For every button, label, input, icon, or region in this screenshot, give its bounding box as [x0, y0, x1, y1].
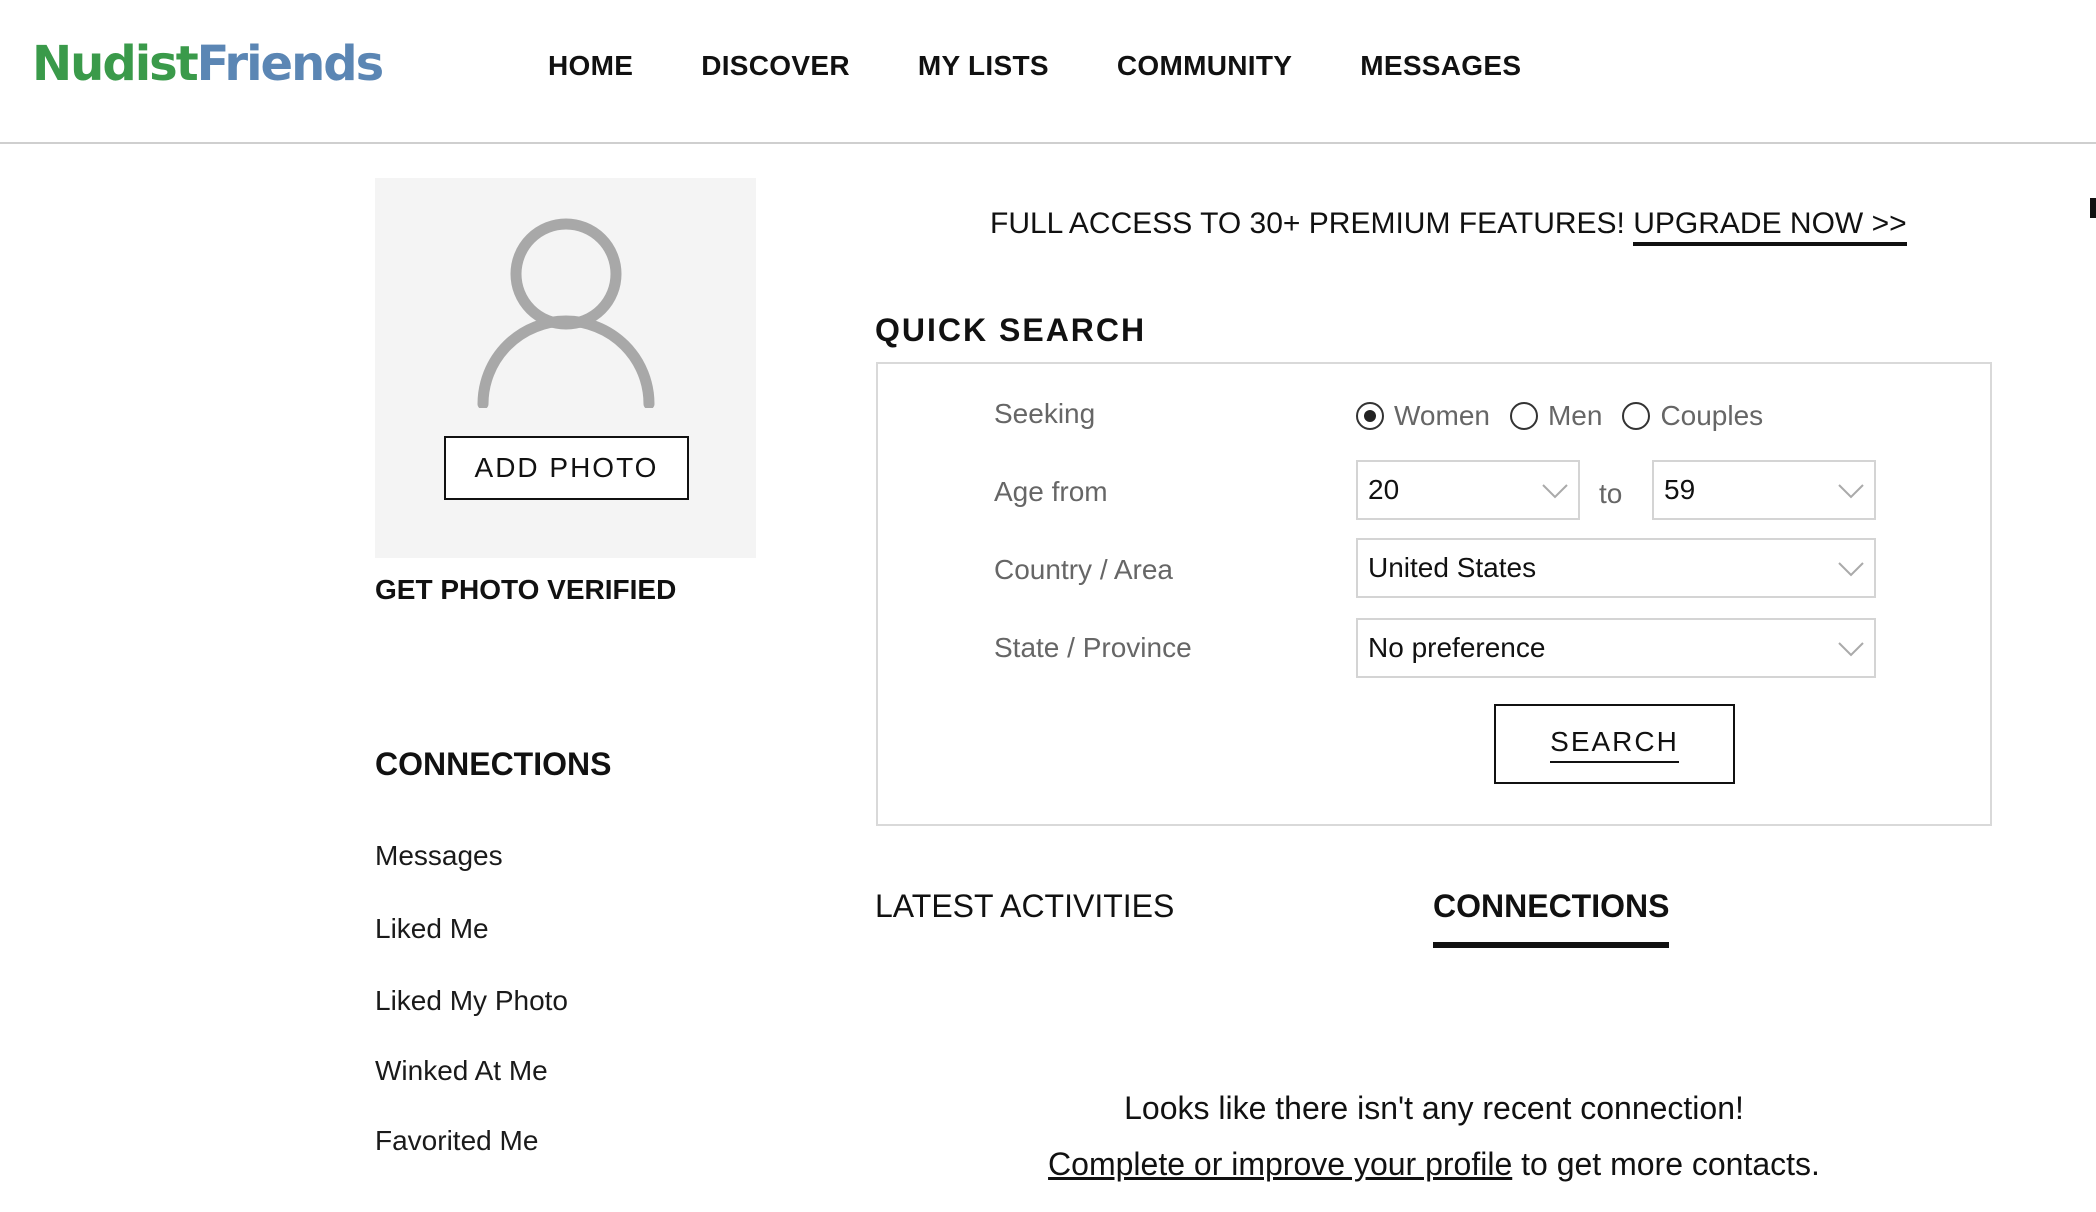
- nav-messages[interactable]: MESSAGES: [1360, 44, 1521, 88]
- chevron-down-icon: [1838, 562, 1864, 577]
- nav-home[interactable]: HOME: [548, 44, 633, 88]
- radio-icon[interactable]: [1622, 402, 1651, 430]
- connections-list: Messages Liked Me Liked My Photo Winked …: [375, 838, 568, 1159]
- connections-item-messages[interactable]: Messages: [375, 838, 568, 874]
- age-from-value: 20: [1368, 474, 1400, 505]
- age-from-select[interactable]: 20: [1356, 460, 1580, 520]
- country-select[interactable]: United States: [1356, 538, 1876, 598]
- quick-search-title: QUICK SEARCH: [875, 312, 1147, 348]
- chevron-down-icon: [1542, 484, 1568, 499]
- seeking-option-label: Women: [1394, 400, 1490, 431]
- main-nav: HOME DISCOVER MY LISTS COMMUNITY MESSAGE…: [548, 44, 1521, 88]
- nav-my-lists[interactable]: MY LISTS: [918, 44, 1049, 88]
- tab-connections[interactable]: CONNECTIONS: [1433, 886, 1670, 948]
- age-to-select[interactable]: 59: [1652, 460, 1876, 520]
- seeking-option-men[interactable]: Men: [1509, 398, 1603, 434]
- seeking-option-couples[interactable]: Couples: [1622, 398, 1763, 434]
- state-value: No preference: [1368, 632, 1546, 663]
- nav-community[interactable]: COMMUNITY: [1117, 44, 1292, 88]
- age-to-label: to: [1599, 478, 1623, 509]
- clipped-edge-element: [2090, 198, 2096, 218]
- top-header: NudistFriends HOME DISCOVER MY LISTS COM…: [0, 0, 2096, 144]
- connections-item-winked-at-me[interactable]: Winked At Me: [375, 1053, 568, 1089]
- nav-discover[interactable]: DISCOVER: [701, 44, 850, 88]
- logo-part-2: Friends: [196, 36, 384, 92]
- state-label: State / Province: [994, 632, 1192, 663]
- age-to-value: 59: [1664, 474, 1696, 505]
- premium-promo: FULL ACCESS TO 30+ PREMIUM FEATURES! UPG…: [990, 204, 1907, 246]
- connections-item-liked-me[interactable]: Liked Me: [375, 911, 568, 947]
- connections-item-liked-my-photo[interactable]: Liked My Photo: [375, 983, 568, 1019]
- tab-latest-activities[interactable]: LATEST ACTIVITIES: [875, 886, 1174, 926]
- upgrade-now-link[interactable]: UPGRADE NOW >>: [1633, 207, 1907, 246]
- get-photo-verified-link[interactable]: GET PHOTO VERIFIED: [375, 572, 676, 608]
- avatar-placeholder-icon: [477, 218, 655, 408]
- site-logo[interactable]: NudistFriends: [32, 36, 384, 92]
- seeking-option-label: Couples: [1660, 400, 1764, 431]
- seeking-option-women[interactable]: Women: [1356, 398, 1490, 434]
- quick-search-panel: Seeking Women Men Couples Age from 20 to…: [876, 362, 1992, 826]
- empty-state-message: Looks like there isn't any recent connec…: [1124, 1090, 1744, 1126]
- radio-icon[interactable]: [1509, 402, 1538, 430]
- promo-text: FULL ACCESS TO 30+ PREMIUM FEATURES!: [990, 207, 1634, 240]
- chevron-down-icon: [1838, 642, 1864, 657]
- country-label: Country / Area: [994, 554, 1173, 585]
- logo-part-1: Nudist: [32, 36, 199, 92]
- chevron-down-icon: [1838, 484, 1864, 499]
- country-value: United States: [1368, 552, 1537, 583]
- seeking-radio-group: Women Men Couples: [1356, 398, 1783, 434]
- profile-photo-box: ADD PHOTO: [375, 178, 756, 558]
- connections-item-favorited-me[interactable]: Favorited Me: [375, 1123, 568, 1159]
- radio-checked-icon[interactable]: [1356, 402, 1384, 430]
- seeking-option-label: Men: [1547, 400, 1603, 431]
- search-button[interactable]: SEARCH: [1494, 704, 1735, 784]
- state-select[interactable]: No preference: [1356, 618, 1876, 678]
- empty-state-cta-text: to get more contacts.: [1512, 1146, 1820, 1182]
- search-button-label: SEARCH: [1550, 725, 1679, 763]
- add-photo-button[interactable]: ADD PHOTO: [444, 436, 689, 500]
- age-from-label: Age from: [994, 476, 1108, 507]
- seeking-label: Seeking: [994, 398, 1096, 429]
- complete-profile-link[interactable]: Complete or improve your profile: [1048, 1146, 1512, 1182]
- connections-heading: CONNECTIONS: [375, 746, 612, 782]
- empty-state-cta: Complete or improve your profile to get …: [860, 1144, 2008, 1184]
